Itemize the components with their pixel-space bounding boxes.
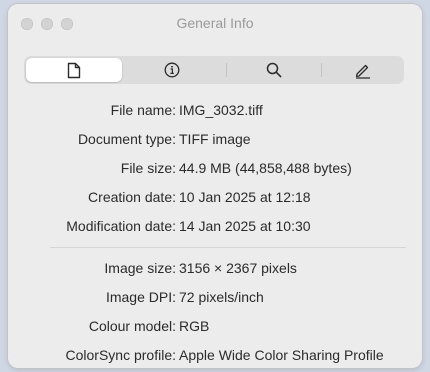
- document-type-row: Document type: TIFF image: [8, 131, 422, 151]
- document-icon: [67, 62, 81, 78]
- tab-general-info[interactable]: [26, 58, 122, 82]
- image-size-label: Image size:: [104, 260, 176, 276]
- modification-date-label: Modification date:: [66, 218, 176, 234]
- colour-model-row: Colour model: RGB: [8, 318, 422, 338]
- file-size-label: File size:: [120, 160, 176, 176]
- window-title: General Info: [176, 15, 254, 31]
- colorsync-profile-value: Apple Wide Color Sharing Profile: [179, 347, 384, 363]
- general-info-window: General Info File name: IMG_3032.tiff Do…: [8, 4, 422, 368]
- image-dpi-row: Image DPI: 72 pixels/inch: [8, 289, 422, 309]
- image-dpi-label: Image DPI:: [105, 289, 176, 305]
- magnifier-icon: [266, 62, 282, 78]
- creation-date-value: 10 Jan 2025 at 12:18: [179, 189, 311, 205]
- file-name-value: IMG_3032.tiff: [179, 102, 263, 118]
- file-size-value: 44.9 MB (44,858,488 bytes): [179, 160, 352, 176]
- section-divider: [50, 247, 406, 248]
- tab-divider: [321, 63, 322, 77]
- tab-more-info[interactable]: [124, 56, 220, 84]
- creation-date-label: Creation date:: [88, 189, 176, 205]
- file-size-row: File size: 44.9 MB (44,858,488 bytes): [8, 160, 422, 180]
- tab-divider: [226, 63, 227, 77]
- pencil-icon: [355, 64, 370, 79]
- colour-model-value: RGB: [179, 318, 210, 334]
- inspector-tab-bar: [24, 56, 404, 84]
- document-type-label: Document type:: [77, 131, 176, 147]
- image-size-row: Image size: 3156 × 2367 pixels: [8, 260, 422, 280]
- document-type-value: TIFF image: [179, 131, 251, 147]
- tab-annotate[interactable]: [324, 56, 402, 84]
- file-name-label: File name:: [110, 102, 176, 118]
- title-bar: General Info: [8, 4, 422, 42]
- file-name-row: File name: IMG_3032.tiff: [8, 102, 422, 122]
- image-size-value: 3156 × 2367 pixels: [179, 260, 297, 276]
- info-icon: [164, 62, 180, 78]
- image-dpi-value: 72 pixels/inch: [179, 289, 264, 305]
- modification-date-value: 14 Jan 2025 at 10:30: [179, 218, 311, 234]
- modification-date-row: Modification date: 14 Jan 2025 at 10:30: [8, 218, 422, 238]
- colour-model-label: Colour model:: [88, 318, 176, 334]
- creation-date-row: Creation date: 10 Jan 2025 at 12:18: [8, 189, 422, 209]
- colorsync-profile-row: ColorSync profile: Apple Wide Color Shar…: [8, 347, 422, 367]
- tab-search[interactable]: [229, 56, 319, 84]
- colorsync-profile-label: ColorSync profile:: [65, 347, 177, 363]
